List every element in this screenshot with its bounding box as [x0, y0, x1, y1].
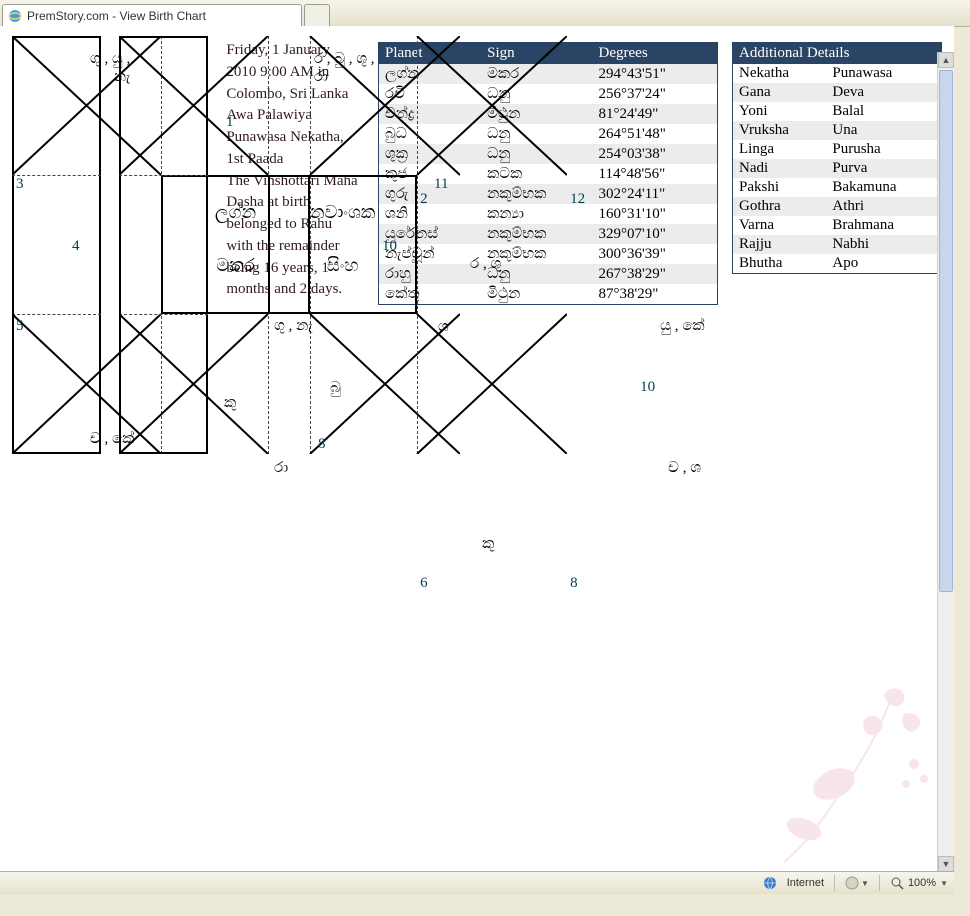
cell: Vruksha [733, 121, 827, 140]
browser-tab-active[interactable]: PremStory.com - View Birth Chart [2, 4, 302, 26]
globe-icon [763, 876, 777, 890]
house-num: 5 [16, 318, 24, 335]
cell: Purusha [826, 140, 941, 159]
planets-label: යු , කේ [660, 317, 704, 335]
chart-type-label: නවාංශක [270, 201, 415, 224]
cell: 81°24'49" [593, 104, 718, 124]
cell: Nekatha [733, 64, 827, 83]
table-row: GothraAthri [733, 197, 942, 216]
charts-row: ලග්න මකර 1 3 4 5 8 10 11 ගු , යු , නැ ර … [12, 36, 942, 454]
status-bar: Internet ▼ 100% ▼ [0, 871, 954, 894]
cell: 254°03'38" [593, 144, 718, 164]
zoom-control[interactable]: 100% ▼ [890, 876, 948, 890]
table-row: GanaDeva [733, 83, 942, 102]
details-table: Additional Details NekathaPunawasaGanaDe… [732, 42, 942, 274]
table-row: YoniBalal [733, 102, 942, 121]
cell: Apo [826, 254, 941, 274]
planets-label: කු [482, 535, 494, 553]
planets-label: ර , ශු [470, 255, 501, 273]
protected-mode-icon[interactable]: ▼ [845, 876, 869, 890]
scroll-thumb[interactable] [939, 70, 953, 592]
cell: Bakamuna [826, 178, 941, 197]
browser-window: PremStory.com - View Birth Chart [0, 0, 970, 916]
decorative-flower [764, 674, 934, 864]
cell: Athri [826, 197, 941, 216]
house-num: 6 [420, 575, 428, 592]
cell: 300°36'39" [593, 244, 718, 264]
cell: Deva [826, 83, 941, 102]
cell: Varna [733, 216, 827, 235]
cell: 302°24'11" [593, 184, 718, 204]
house-num: 4 [72, 238, 80, 255]
zoom-level: 100% [908, 877, 936, 889]
cell: 267°38'29" [593, 264, 718, 284]
chevron-down-icon: ▼ [940, 879, 948, 888]
cell: Gothra [733, 197, 827, 216]
table-row: PakshiBakamuna [733, 178, 942, 197]
cell: 256°37'24" [593, 84, 718, 104]
magnifier-icon [890, 876, 904, 890]
table-row: VrukshaUna [733, 121, 942, 140]
cell: Brahmana [826, 216, 941, 235]
new-tab-button[interactable] [304, 4, 330, 26]
table-row: RajjuNabhi [733, 235, 942, 254]
th-degrees: Degrees [593, 43, 718, 65]
rasi-chart: ලග්න මකර 1 3 4 5 8 10 11 ගු , යු , නැ ර … [12, 36, 101, 454]
scroll-down-arrow[interactable]: ▼ [938, 856, 954, 872]
cell: Nadi [733, 159, 827, 178]
cell: Bhutha [733, 254, 827, 274]
ie-icon [7, 8, 23, 24]
house-num: 8 [570, 575, 578, 592]
cell: 114°48'56" [593, 164, 718, 184]
table-row: VarnaBrahmana [733, 216, 942, 235]
cell: Purva [826, 159, 941, 178]
planets-label: ගු , නැ [274, 317, 312, 335]
cell: Yoni [733, 102, 827, 121]
planets-label: බු [330, 379, 341, 397]
cell: Punawasa [826, 64, 941, 83]
vertical-scrollbar[interactable]: ▲ ▼ [937, 52, 954, 872]
cell: Rajju [733, 235, 827, 254]
center-box: නවාංශක සිංහ 2 12 6 8 10 ර , ශු ගු , නැ ය… [268, 175, 417, 314]
th-details: Additional Details [733, 43, 942, 65]
table-row: NadiPurva [733, 159, 942, 178]
cell: Una [826, 121, 941, 140]
page-content: ලග්න මකර 1 3 4 5 8 10 11 ගු , යු , නැ ර … [0, 26, 954, 894]
scroll-up-arrow[interactable]: ▲ [938, 52, 954, 68]
house-num: 2 [420, 191, 428, 208]
house-num: 12 [570, 191, 585, 208]
tab-title: PremStory.com - View Birth Chart [27, 9, 206, 23]
cell: Balal [826, 102, 941, 121]
chart-sign-label: සිංහ [270, 254, 415, 277]
cell: 160°31'10" [593, 204, 718, 224]
cell: 87°38'29" [593, 284, 718, 305]
cell: Linga [733, 140, 827, 159]
table-row: NekathaPunawasa [733, 64, 942, 83]
navamsa-chart: නවාංශක සිංහ 2 12 6 8 10 ර , ශු ගු , නැ ය… [119, 36, 208, 454]
house-num: 3 [16, 176, 24, 193]
table-row: BhuthaApo [733, 254, 942, 274]
cell: 294°43'51" [593, 64, 718, 84]
table-row: LingaPurusha [733, 140, 942, 159]
cell: Gana [733, 83, 827, 102]
cell: Nabhi [826, 235, 941, 254]
cell: Pakshi [733, 178, 827, 197]
cell: 264°51'48" [593, 124, 718, 144]
house-num: 10 [640, 379, 655, 396]
planets-label: ච , ශ [668, 459, 701, 477]
cell: 329°07'10" [593, 224, 718, 244]
status-zone: Internet [787, 877, 824, 889]
planets-label: රා [274, 459, 288, 477]
tab-bar: PremStory.com - View Birth Chart [0, 0, 970, 27]
